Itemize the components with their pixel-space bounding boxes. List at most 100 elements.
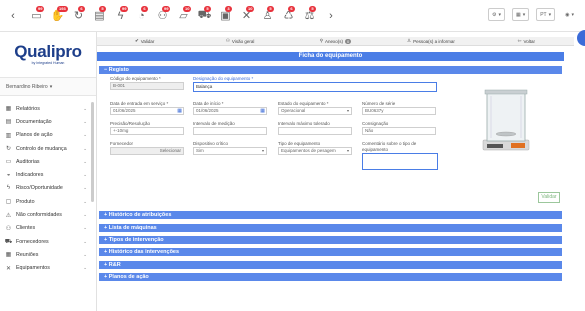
sidebar-item-1[interactable]: ▦ Relatórios ⌄: [0, 102, 90, 115]
codigo-label: Código do equipamento *: [110, 76, 161, 81]
notification-badge: 10: [246, 5, 255, 12]
sidebar-item-6[interactable]: ◒ Indicadores ⌄: [0, 168, 90, 181]
numero-serie-label: Número de série: [362, 101, 396, 106]
refresh-icon[interactable]: ↻ 6: [68, 5, 89, 26]
chevron-down-icon: ▾: [548, 11, 552, 18]
person-icon[interactable]: ♙ 5: [257, 5, 278, 26]
hand-icon[interactable]: ✋ 193: [47, 5, 68, 26]
codigo-input[interactable]: B-001: [110, 82, 184, 90]
chevron-down-icon: ⌄: [83, 172, 87, 178]
grid-icon: ▦: [515, 11, 521, 18]
tools-icon[interactable]: ✕ 10: [236, 5, 257, 26]
logo-text: Qualipro: [14, 42, 82, 61]
data-inicio-input[interactable]: 01/06/2025 ▦: [193, 107, 267, 115]
chevron-left-icon[interactable]: ‹: [6, 10, 20, 22]
chat-icon[interactable]: ▱ 10: [173, 5, 194, 26]
estado-value: Operacional: [281, 108, 306, 113]
attachments-action[interactable]: ⚲ Anexo(s) 0: [288, 38, 383, 44]
registo-header[interactable]: − Registo: [99, 66, 562, 74]
validate-label: Validar: [140, 38, 155, 44]
consignacao-input[interactable]: Não: [362, 127, 436, 135]
sidebar-item-7[interactable]: ϟ Risco/Oportunidade ⌄: [0, 182, 90, 195]
scale-icon[interactable]: ⚖ 5: [299, 5, 320, 26]
designacao-input[interactable]: Balança: [193, 82, 437, 92]
paperclip-icon: ⚲: [319, 38, 324, 43]
settings-menu[interactable]: ⚙ ▾: [487, 8, 505, 21]
sidebar-scrollbar[interactable]: [91, 102, 94, 202]
check-icon: ✔: [134, 38, 139, 43]
back-action[interactable]: ⇦ Voltar: [479, 38, 574, 44]
fornecedor-select[interactable]: Selecionar: [110, 147, 184, 155]
floating-action-button[interactable]: [577, 30, 585, 46]
sidebar-item-label: Risco/Oportunidade: [16, 185, 63, 192]
section-header-6[interactable]: + Planos de ação: [99, 273, 562, 281]
calendar-icon: ▥: [5, 132, 12, 139]
sidebar-item-5[interactable]: ▭ Auditorias ⌄: [0, 155, 90, 168]
language-select[interactable]: PT ▾: [536, 8, 556, 21]
user-selector[interactable]: Bernardino Ribeiro ▾: [0, 77, 96, 96]
clipboard-icon[interactable]: ▤ 5: [89, 5, 110, 26]
validate-action[interactable]: ✔ Validar: [97, 38, 192, 44]
notify-action[interactable]: ♙ Pessoa(s) a informar: [383, 38, 478, 44]
precisao-input[interactable]: +-10mg: [110, 127, 184, 135]
fornecedor-value: Selecionar: [159, 148, 181, 153]
document-icon[interactable]: ▭ 99: [26, 5, 47, 26]
sidebar-item-label: Clientes: [16, 225, 36, 232]
calendar-icon[interactable]: ▦: [177, 108, 182, 114]
dispositivo-critico-select[interactable]: Sim ▾: [193, 147, 267, 155]
sidebar-item-9[interactable]: ⚠ Não conformidades ⌄: [0, 208, 90, 221]
section-header-1[interactable]: + Histórico de atribuições: [99, 211, 562, 219]
validate-button[interactable]: Validar: [538, 192, 560, 203]
sidebar-item-3[interactable]: ▥ Planos de ação ⌄: [0, 129, 90, 142]
chevron-right-icon[interactable]: ›: [324, 10, 338, 22]
data-entrada-input[interactable]: 01/06/2025 ▦: [110, 107, 184, 115]
sidebar-item-10[interactable]: ⚇ Clientes ⌄: [0, 222, 90, 235]
sitemap-icon: ⚇: [225, 38, 230, 43]
clients-icon: ⚇: [5, 225, 12, 232]
sidebar-item-label: Não conformidades: [16, 212, 62, 219]
recycle-icon[interactable]: ♺ 6: [278, 5, 299, 26]
people-icon[interactable]: ⚇ 99: [152, 5, 173, 26]
truck-icon[interactable]: ⛟ 5: [194, 5, 215, 26]
intervalo-medicao-input[interactable]: [193, 127, 267, 135]
user-name: Bernardino Ribeiro: [6, 83, 48, 90]
collapse-icon: −: [104, 67, 108, 73]
sidebar-item-12[interactable]: ▦ Reuniões ⌄: [0, 248, 90, 261]
sidebar-item-11[interactable]: ⛟ Fornecedores ⌄: [0, 235, 90, 248]
comentario-label: Comentário sobre o tipo de equipamento: [362, 141, 417, 152]
numero-serie-input[interactable]: BU0637y: [362, 107, 436, 115]
intervalo-tolerado-input[interactable]: [278, 127, 352, 135]
section-header-2[interactable]: + Lista de máquinas: [99, 224, 562, 232]
sidebar-item-2[interactable]: ▤ Documentação ⌄: [0, 115, 90, 128]
section-header-5[interactable]: + R&R: [99, 261, 562, 269]
comentario-textarea[interactable]: [362, 153, 438, 170]
sidebar-item-label: Fornecedores: [16, 238, 49, 245]
equipment-photo: [482, 89, 530, 151]
calendar-icon[interactable]: ▦: [260, 108, 265, 114]
notification-badge: 99: [162, 5, 171, 12]
apps-menu[interactable]: ▦ ▾: [511, 8, 530, 21]
intervalo-medicao-label: Intervalo de medição: [193, 121, 235, 126]
section-header-3[interactable]: + Tipos de intervenção: [99, 236, 562, 244]
sidebar-item-label: Controlo de mudança: [16, 145, 67, 152]
tipo-select[interactable]: Equipamentos de pesagem ▾: [278, 147, 352, 155]
chevron-down-icon: ▾: [571, 11, 574, 18]
chevron-down-icon: ⌄: [83, 265, 87, 271]
chevron-down-icon: ⌄: [83, 185, 87, 191]
chevron-down-icon: ⌄: [83, 158, 87, 164]
back-arrow-icon: ⇦: [517, 38, 522, 43]
sidebar-item-13[interactable]: ✕ Equipamentos ⌄: [0, 262, 90, 275]
codigo-field: Código do equipamento * B-001: [110, 76, 184, 90]
sidebar-item-8[interactable]: ▢ Produto ⌄: [0, 195, 90, 208]
estado-select[interactable]: Operacional ▾: [278, 107, 352, 115]
section-header-4[interactable]: + Histórico das intervenções: [99, 248, 562, 256]
data-inicio-field: Data de início * 01/06/2025 ▦: [193, 101, 267, 115]
risk-icon: ϟ: [6, 185, 11, 192]
gauge-icon[interactable]: ◔ 6: [131, 5, 152, 26]
overview-action[interactable]: ⚇ Visão geral: [192, 38, 287, 44]
user-menu[interactable]: ◉ ▾: [562, 8, 577, 21]
box-icon[interactable]: ▣ 3: [215, 5, 236, 26]
user-icon: ◉: [565, 11, 570, 18]
bolt-icon[interactable]: ϟ 99: [110, 5, 131, 26]
sidebar-item-4[interactable]: ↻ Controlo de mudança ⌄: [0, 142, 90, 155]
